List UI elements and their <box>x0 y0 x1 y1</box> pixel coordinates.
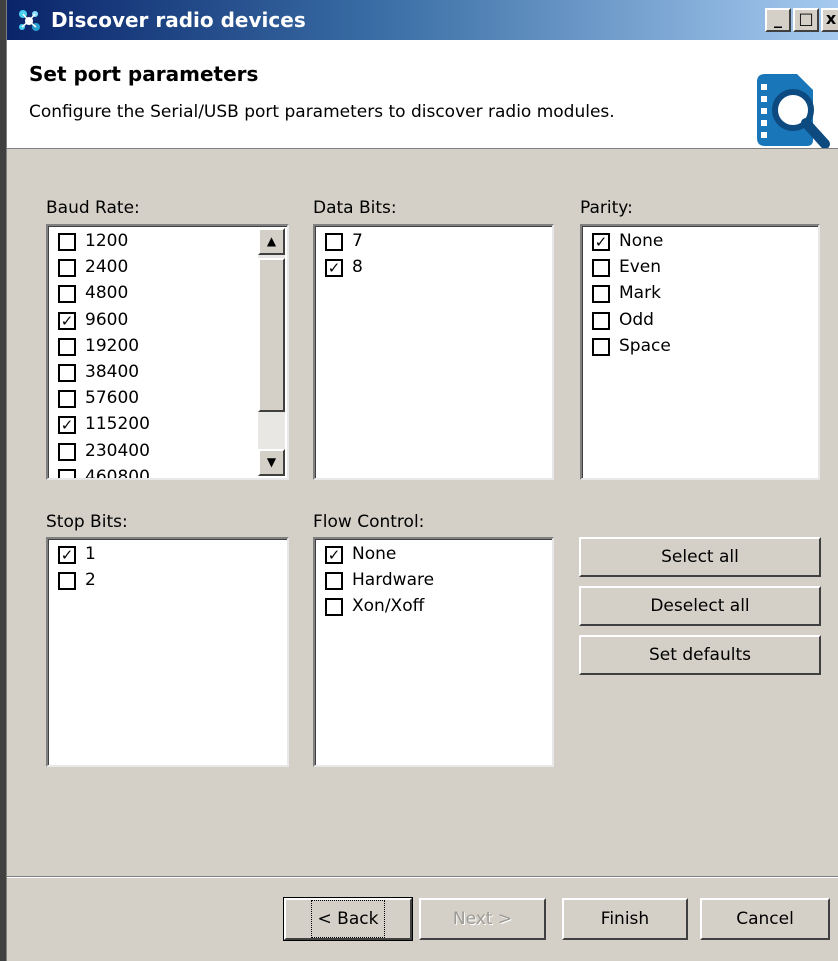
baud-rate-item-label: 115200 <box>85 414 150 435</box>
baud-rate-item-label: 38400 <box>85 362 140 382</box>
data-bits-list[interactable]: 7 ✓ 8 <box>313 224 554 480</box>
baud-rate-label: Baud Rate: <box>46 198 140 218</box>
page-description: Configure the Serial/USB port parameters… <box>29 102 615 122</box>
parity-item-label: Even <box>619 257 662 278</box>
checkbox[interactable] <box>58 442 76 461</box>
baud-rate-scrollbar[interactable]: ▲ ▼ <box>258 228 285 476</box>
window-title: Discover radio devices <box>51 8 306 32</box>
data-bits-item-label: 8 <box>352 257 363 278</box>
back-button-label: < Back <box>310 900 386 938</box>
baud-rate-item-label: 9600 <box>85 309 129 330</box>
baud-rate-item-label: 2400 <box>85 257 129 278</box>
checkbox[interactable] <box>58 572 76 591</box>
maximize-button[interactable]: □ <box>793 8 819 32</box>
checkbox[interactable] <box>58 364 76 382</box>
flow-control-label: Flow Control: <box>313 512 425 532</box>
checkbox[interactable] <box>325 598 343 617</box>
title-bar[interactable]: Discover radio devices _ □ x <box>7 0 838 40</box>
checkbox[interactable] <box>58 285 76 304</box>
checkbox[interactable] <box>325 233 343 251</box>
baud-rate-list[interactable]: 1200 2400 4800 ✓ 9600 19200 38400 57600 ✓ 115200 2… <box>46 224 289 480</box>
baud-rate-item-label: 57600 <box>85 388 140 409</box>
close-button[interactable]: x <box>821 8 838 32</box>
stop-bits-item-label: 2 <box>85 570 96 591</box>
wizard-window: Discover radio devices _ □ x Set port pa… <box>0 0 838 961</box>
parity-item-label: Space <box>619 335 671 356</box>
data-bits-item-label: 7 <box>352 231 363 251</box>
checkbox[interactable] <box>58 233 76 251</box>
data-bits-label: Data Bits: <box>313 198 397 218</box>
checkbox[interactable]: ✓ <box>325 259 343 278</box>
scroll-thumb[interactable] <box>258 258 285 412</box>
parity-item-label: Mark <box>619 283 661 304</box>
baud-rate-item-label: 19200 <box>85 335 140 356</box>
footer-separator <box>7 876 838 878</box>
checkbox[interactable]: ✓ <box>58 546 76 564</box>
checkbox[interactable] <box>592 259 610 278</box>
flow-control-item-label: Hardware <box>352 570 435 591</box>
flow-control-item-label: Xon/Xoff <box>352 596 425 617</box>
parity-item-label: Odd <box>619 309 654 330</box>
baud-rate-item-label: 460800 <box>85 466 150 480</box>
page-title: Set port parameters <box>29 62 259 86</box>
scroll-down-button[interactable]: ▼ <box>258 449 285 476</box>
checkbox[interactable] <box>58 337 76 356</box>
parity-list[interactable]: ✓ None Even Mark Odd Space <box>580 224 820 480</box>
checkbox[interactable] <box>325 572 343 591</box>
checkbox[interactable] <box>58 390 76 409</box>
cancel-button[interactable]: Cancel <box>700 898 830 940</box>
flow-control-item-label: None <box>352 544 397 564</box>
checkbox[interactable] <box>592 337 610 356</box>
baud-rate-item-label: 230400 <box>85 440 150 461</box>
deselect-all-button[interactable]: Deselect all <box>579 586 821 626</box>
checkbox[interactable]: ✓ <box>592 233 610 251</box>
wizard-header: Set port parameters Configure the Serial… <box>7 40 838 149</box>
checkbox[interactable]: ✓ <box>325 546 343 564</box>
next-button[interactable]: Next > <box>419 898 546 940</box>
checkbox[interactable] <box>592 311 610 330</box>
radio-discover-icon <box>757 74 830 148</box>
scroll-up-button[interactable]: ▲ <box>258 228 285 255</box>
finish-button[interactable]: Finish <box>562 898 688 940</box>
flow-control-list[interactable]: ✓ None Hardware Xon/Xoff <box>313 537 554 767</box>
window-left-border <box>0 0 7 961</box>
minimize-button[interactable]: _ <box>765 8 791 32</box>
set-defaults-button[interactable]: Set defaults <box>579 635 821 675</box>
select-all-button[interactable]: Select all <box>579 537 821 577</box>
checkbox[interactable] <box>58 468 76 478</box>
parity-label: Parity: <box>580 198 633 218</box>
app-icon <box>19 10 40 31</box>
checkbox[interactable]: ✓ <box>58 416 76 435</box>
baud-rate-item-label: 4800 <box>85 283 129 304</box>
stop-bits-label: Stop Bits: <box>46 512 128 532</box>
baud-rate-item-label: 1200 <box>85 231 129 251</box>
parity-item-label: None <box>619 231 664 251</box>
checkbox[interactable]: ✓ <box>58 311 76 330</box>
checkbox[interactable] <box>58 259 76 278</box>
stop-bits-list[interactable]: ✓ 1 2 <box>46 537 289 767</box>
checkbox[interactable] <box>592 285 610 304</box>
back-button[interactable]: < Back <box>283 897 413 941</box>
stop-bits-item-label: 1 <box>85 544 96 564</box>
